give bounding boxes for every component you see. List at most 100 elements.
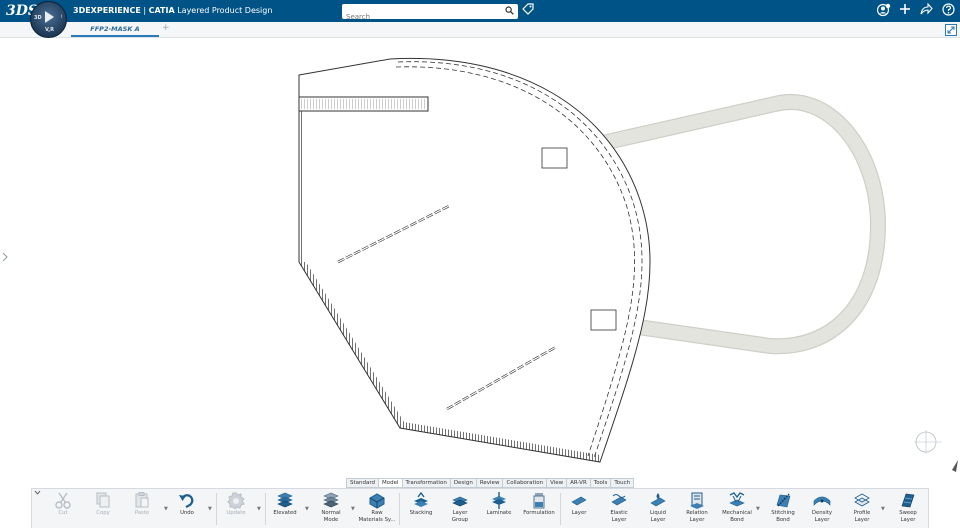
- formulation-label: Formulation: [523, 510, 555, 516]
- layer-group-button[interactable]: Layer Group: [441, 492, 479, 523]
- sweep-layer-icon: [901, 493, 915, 508]
- tab-view[interactable]: View: [547, 479, 568, 487]
- cut-button[interactable]: Cut: [44, 492, 82, 517]
- separator: [399, 493, 400, 525]
- undo-dropdown-icon[interactable]: ▼: [208, 506, 212, 512]
- profile-layer-icon: [854, 493, 870, 507]
- tab-tools[interactable]: Tools: [591, 479, 612, 487]
- collapse-chevron-icon[interactable]: [34, 490, 41, 497]
- app-title: 3DEXPERIENCE | CATIA Layered Product Des…: [73, 6, 272, 15]
- add-tab-button[interactable]: +: [162, 23, 170, 33]
- profile-layer-button[interactable]: Profile Layer: [843, 492, 881, 523]
- copy-button[interactable]: Copy: [84, 492, 122, 517]
- tab-model[interactable]: Model: [379, 479, 403, 487]
- stacking-icon: [414, 492, 428, 507]
- view-compass-icon[interactable]: [912, 430, 960, 482]
- liquid-layer-button[interactable]: Liquid Layer: [639, 492, 677, 523]
- mechanical-bond-dropdown-icon[interactable]: ▼: [756, 506, 760, 512]
- mechanical-bond-icon: [729, 492, 745, 507]
- tab-collaboration[interactable]: Collaboration: [503, 479, 548, 487]
- laminate-icon: [492, 492, 506, 509]
- formulation-button[interactable]: Formulation: [520, 492, 558, 517]
- raw-materials-button[interactable]: Raw Materials Sy...: [358, 492, 396, 523]
- share-icon[interactable]: [920, 2, 933, 18]
- app-name: Layered Product Design: [174, 6, 273, 15]
- profile-layer-dropdown-icon[interactable]: ▼: [881, 506, 885, 512]
- normal-mode-button[interactable]: Normal Mode: [312, 492, 350, 523]
- add-icon[interactable]: [899, 3, 911, 18]
- profile-layer-label: Profile Layer: [853, 510, 871, 523]
- layer-group-label: Layer Group: [451, 510, 469, 523]
- search-icon[interactable]: [505, 6, 514, 18]
- layer-button[interactable]: Layer: [560, 492, 598, 517]
- elevated-dropdown-icon[interactable]: ▼: [305, 506, 309, 512]
- top-bar: 3DS 3DEXPERIENCE | CATIA Layered Product…: [0, 0, 960, 25]
- normal-mode-label: Normal Mode: [321, 510, 341, 523]
- tag-icon[interactable]: [522, 3, 534, 18]
- tab-ar-vr[interactable]: AR-VR: [567, 479, 591, 487]
- elevated-button[interactable]: Elevated: [266, 492, 304, 517]
- compass-3d-label: 3D: [34, 15, 42, 21]
- stitching-bond-icon: [776, 493, 791, 508]
- help-icon[interactable]: [942, 3, 955, 19]
- mask-geometry: [298, 57, 886, 463]
- update-button[interactable]: Update: [217, 492, 255, 517]
- paste-label: Paste: [134, 510, 150, 516]
- tab-transformation[interactable]: Transformation: [403, 479, 451, 487]
- app-catia: CATIA: [148, 6, 175, 15]
- mechanical-bond-label: Mechanical Bond: [722, 510, 752, 523]
- copy-label: Copy: [96, 510, 110, 516]
- paste-icon: [135, 492, 149, 508]
- layer-group-icon: [452, 496, 468, 507]
- relation-layer-button[interactable]: Relation Layer: [678, 492, 716, 523]
- tab-review[interactable]: Review: [477, 479, 504, 487]
- elevated-icon: [277, 492, 293, 508]
- elevated-label: Elevated: [273, 510, 297, 516]
- hatched-edge-left: [299, 110, 303, 262]
- tab-standard[interactable]: Standard: [347, 479, 380, 487]
- mask-outline: [298, 57, 651, 463]
- laminate-label: Laminate: [486, 510, 512, 516]
- stacking-button[interactable]: Stacking: [402, 492, 440, 517]
- search-box[interactable]: [342, 4, 518, 25]
- tab-design[interactable]: Design: [451, 479, 477, 487]
- elastic-layer-icon: [611, 494, 627, 506]
- tab-ffp2-mask-a[interactable]: FFP2-MASK A: [71, 22, 159, 37]
- update-dropdown-icon[interactable]: ▼: [257, 506, 261, 512]
- density-layer-button[interactable]: Density Layer: [803, 492, 841, 523]
- compass-button[interactable]: 3D i V,R: [30, 1, 67, 38]
- undo-icon: [179, 494, 194, 508]
- update-icon: [227, 492, 245, 509]
- update-label: Update: [226, 510, 246, 516]
- mechanical-bond-button[interactable]: Mechanical Bond: [718, 492, 756, 523]
- raw-materials-label: Raw Materials Sy...: [358, 510, 396, 523]
- density-layer-label: Density Layer: [811, 510, 833, 523]
- maximize-icon[interactable]: [945, 24, 957, 36]
- scissors-icon: [55, 492, 71, 509]
- compass-vr-label: V,R: [45, 27, 54, 33]
- normal-mode-icon: [323, 492, 339, 508]
- raw-materials-icon: [369, 493, 385, 509]
- app-title-sep: |: [140, 6, 149, 15]
- cut-label: Cut: [58, 510, 68, 516]
- play-icon: [45, 11, 54, 23]
- elastic-layer-button[interactable]: Elastic Layer: [600, 492, 638, 523]
- sweep-layer-button[interactable]: Sweep Layer: [889, 492, 927, 523]
- user-icon[interactable]: [876, 3, 891, 20]
- relation-layer-icon: [690, 492, 704, 509]
- sweep-layer-label: Sweep Layer: [899, 510, 917, 523]
- 3d-viewport[interactable]: [0, 38, 960, 478]
- normal-mode-dropdown-icon[interactable]: ▼: [351, 506, 355, 512]
- stacking-label: Stacking: [409, 510, 433, 516]
- tab-touch[interactable]: Touch: [611, 479, 633, 487]
- paste-button[interactable]: Paste: [123, 492, 161, 517]
- relation-layer-label: Relation Layer: [686, 510, 708, 523]
- stitching-bond-button[interactable]: Stitching Bond: [764, 492, 802, 523]
- layer-icon: [571, 496, 587, 506]
- document-tab-bar: FFP2-MASK A +: [0, 22, 960, 38]
- liquid-layer-icon: [650, 493, 666, 507]
- laminate-button[interactable]: Laminate: [480, 492, 518, 517]
- undo-button[interactable]: Undo: [168, 492, 206, 517]
- action-bar: Cut Copy Paste ▼ Undo ▼ Update ▼ Elevate…: [31, 488, 929, 528]
- stitching-bond-label: Stitching Bond: [771, 510, 795, 523]
